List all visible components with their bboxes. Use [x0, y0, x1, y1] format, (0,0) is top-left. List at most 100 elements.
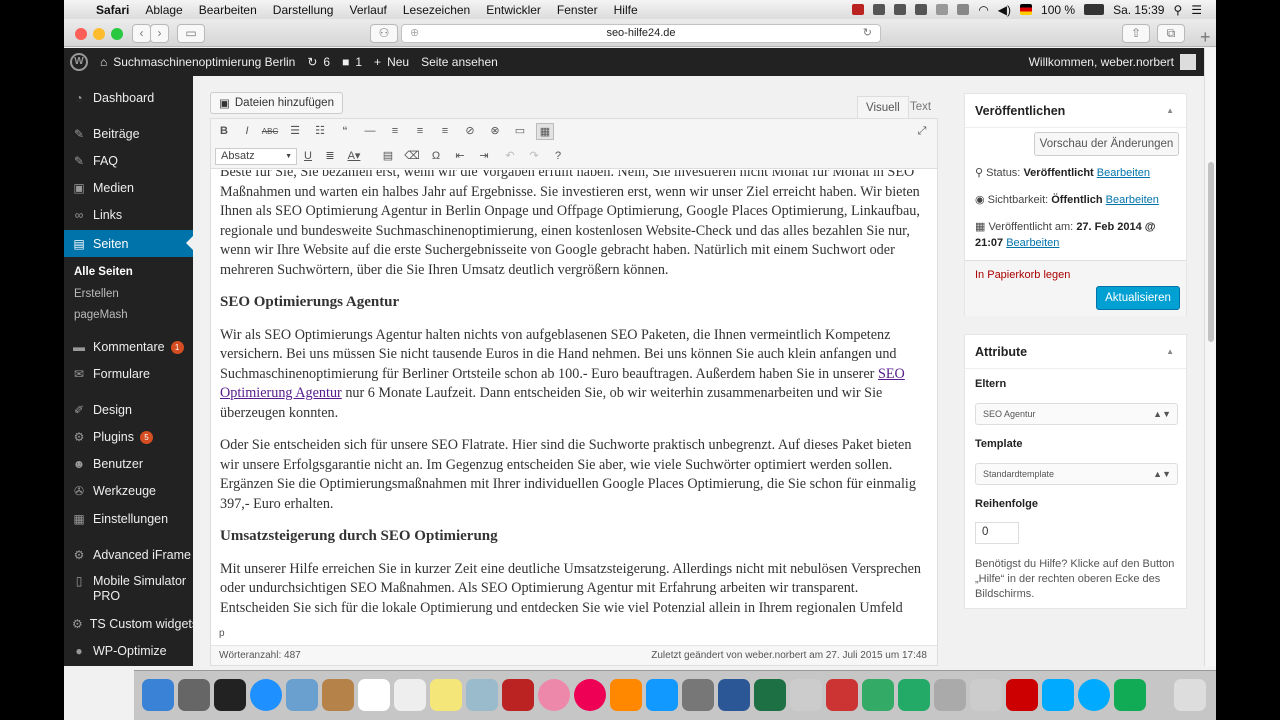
sidebar-item-werkzeuge[interactable]: ✇ Werkzeuge	[64, 478, 193, 504]
indent-icon[interactable]: ⇥	[475, 148, 493, 165]
app-store-icon[interactable]	[646, 679, 678, 711]
sidebar-item-ts-custom-widgets[interactable]: ⚙ TS Custom widgets	[64, 611, 198, 637]
acrobat-icon[interactable]	[1006, 679, 1038, 711]
sharing-icon[interactable]	[862, 679, 894, 711]
system-preferences-icon[interactable]	[682, 679, 714, 711]
itunes-icon[interactable]	[574, 679, 606, 711]
dropbox-icon[interactable]	[915, 4, 928, 15]
safari-icon[interactable]	[250, 679, 282, 711]
menu-lesezeichen[interactable]: Lesezeichen	[403, 3, 470, 17]
editor-content[interactable]: Beste für Sie, Sie bezahlen erst, wenn w…	[211, 170, 937, 617]
close-window-icon[interactable]	[75, 28, 87, 40]
admin-bar-comments[interactable]: ■ 1	[342, 55, 362, 69]
notification-center-icon[interactable]: ☰	[1191, 3, 1202, 17]
admin-bar-updates[interactable]: ↻ 6	[307, 55, 330, 69]
horizontal-line-icon[interactable]: —	[361, 123, 379, 140]
sidebar-item-benutzer[interactable]: ☻ Benutzer	[64, 451, 193, 477]
edit-date-link[interactable]: Bearbeiten	[1006, 237, 1059, 249]
admin-bar-view[interactable]: Seite ansehen	[421, 55, 498, 69]
help-icon[interactable]: ?	[549, 148, 567, 165]
skype-icon[interactable]	[1078, 679, 1110, 711]
contacts-icon[interactable]	[322, 679, 354, 711]
launchpad-icon[interactable]	[178, 679, 210, 711]
tab-visual[interactable]: Visuell	[857, 96, 909, 118]
image-capture-icon[interactable]	[466, 679, 498, 711]
menu-verlauf[interactable]: Verlauf	[349, 3, 386, 17]
order-input[interactable]: 0	[975, 522, 1019, 544]
trash-link[interactable]: In Papierkorb legen	[975, 269, 1070, 281]
teamviewer-icon[interactable]	[1042, 679, 1074, 711]
toolbar-toggle-icon[interactable]: ▦	[536, 123, 554, 140]
new-tab-plus-icon[interactable]: +	[1200, 27, 1216, 47]
back-button[interactable]: ‹	[132, 24, 151, 43]
tabs-overview-button[interactable]: ⧉	[1157, 24, 1185, 43]
scrollbar-thumb[interactable]	[1208, 162, 1214, 342]
utility-icon[interactable]	[934, 679, 966, 711]
share-extension-button[interactable]: ⚇	[370, 24, 398, 43]
calendar-icon[interactable]	[358, 679, 390, 711]
clock[interactable]: Sa. 15:39	[1113, 3, 1164, 17]
photos-icon[interactable]	[538, 679, 570, 711]
menu-entwickler[interactable]: Entwickler	[486, 3, 541, 17]
align-right-icon[interactable]: ≡	[436, 123, 454, 140]
collapse-icon[interactable]: ▲	[1166, 106, 1174, 115]
sidebar-item-mobile-simulator[interactable]: ▯ Mobile Simulator PRO	[64, 574, 193, 606]
avatar[interactable]	[1180, 54, 1196, 70]
sidebar-item-plugins[interactable]: ⚙ Plugins 5	[64, 424, 193, 450]
trash-icon[interactable]	[1174, 679, 1206, 711]
collapse-icon[interactable]: ▲	[1166, 347, 1174, 356]
ibooks-icon[interactable]	[610, 679, 642, 711]
preview-changes-button[interactable]: Vorschau der Änderungen	[1034, 132, 1179, 156]
menu-ablage[interactable]: Ablage	[145, 3, 182, 17]
sidebar-item-medien[interactable]: ▣ Medien	[64, 175, 193, 201]
spotlight-icon[interactable]: ⚲	[1173, 3, 1182, 17]
justify-icon[interactable]: ≣	[321, 148, 339, 165]
bullet-list-icon[interactable]: ☰	[286, 123, 304, 140]
submenu-alle-seiten[interactable]: Alle Seiten	[74, 266, 133, 278]
notes-icon[interactable]	[430, 679, 462, 711]
menu-darstellung[interactable]: Darstellung	[273, 3, 334, 17]
tab-text[interactable]: Text	[902, 96, 939, 118]
powerpoint-icon[interactable]	[826, 679, 858, 711]
redo-icon[interactable]: ↷	[525, 148, 543, 165]
special-char-icon[interactable]: Ω	[427, 148, 445, 165]
mission-control-icon[interactable]	[214, 679, 246, 711]
sidebar-item-dashboard[interactable]: ◔ Dashboard	[64, 85, 193, 111]
edit-status-link[interactable]: Bearbeiten	[1097, 167, 1150, 179]
menu-hilfe[interactable]: Hilfe	[614, 3, 638, 17]
photo-booth-icon[interactable]	[502, 679, 534, 711]
share-button[interactable]: ⇧	[1122, 24, 1150, 43]
bold-icon[interactable]: B	[215, 123, 233, 140]
url-text[interactable]: seo-hilfe24.de	[606, 27, 675, 39]
wordpress-logo-icon[interactable]: W	[70, 53, 88, 71]
outdent-icon[interactable]: ⇤	[451, 148, 469, 165]
sidebar-item-beitraege[interactable]: ✎ Beiträge	[64, 121, 193, 147]
sidebar-item-faq[interactable]: ✎ FAQ	[64, 148, 193, 174]
volume-icon[interactable]: ◀)	[998, 3, 1011, 17]
flag-de-icon[interactable]	[1020, 4, 1033, 15]
add-media-button[interactable]: ▣ Dateien hinzufügen	[210, 92, 343, 114]
unknown-app-icon[interactable]	[790, 679, 822, 711]
time-machine-icon[interactable]	[936, 4, 949, 15]
blockquote-icon[interactable]: “	[336, 123, 354, 140]
submenu-erstellen[interactable]: Erstellen	[74, 288, 119, 300]
fullscreen-icon[interactable]: ⤢	[913, 123, 931, 140]
excel-icon[interactable]	[754, 679, 786, 711]
publish-box-header[interactable]: Veröffentlichen ▲	[965, 94, 1186, 128]
italic-icon[interactable]: I	[238, 123, 256, 140]
unknown-app-icon-2[interactable]	[970, 679, 1002, 711]
admin-bar-welcome[interactable]: Willkommen, weber.norbert	[1029, 55, 1174, 69]
align-center-icon[interactable]: ≡	[411, 123, 429, 140]
battery-text[interactable]: 100 %	[1041, 3, 1075, 17]
sidebar-item-wp-optimize[interactable]: ● WP-Optimize	[64, 638, 193, 664]
text-color-icon[interactable]: A▾	[345, 148, 363, 165]
battery-icon[interactable]	[1084, 4, 1105, 15]
minimize-window-icon[interactable]	[93, 28, 105, 40]
url-bar[interactable]: ⊕ seo-hilfe24.de ↻	[401, 24, 881, 43]
insert-link-icon[interactable]: ⊘	[461, 123, 479, 140]
sidebar-item-kommentare[interactable]: ▬ Kommentare 1	[64, 334, 193, 360]
wifi-icon[interactable]: ◠	[978, 3, 988, 17]
edit-visibility-link[interactable]: Bearbeiten	[1106, 194, 1159, 206]
globe-app-icon[interactable]	[898, 679, 930, 711]
template-select[interactable]: Standardtemplate ▲▼	[975, 463, 1178, 485]
